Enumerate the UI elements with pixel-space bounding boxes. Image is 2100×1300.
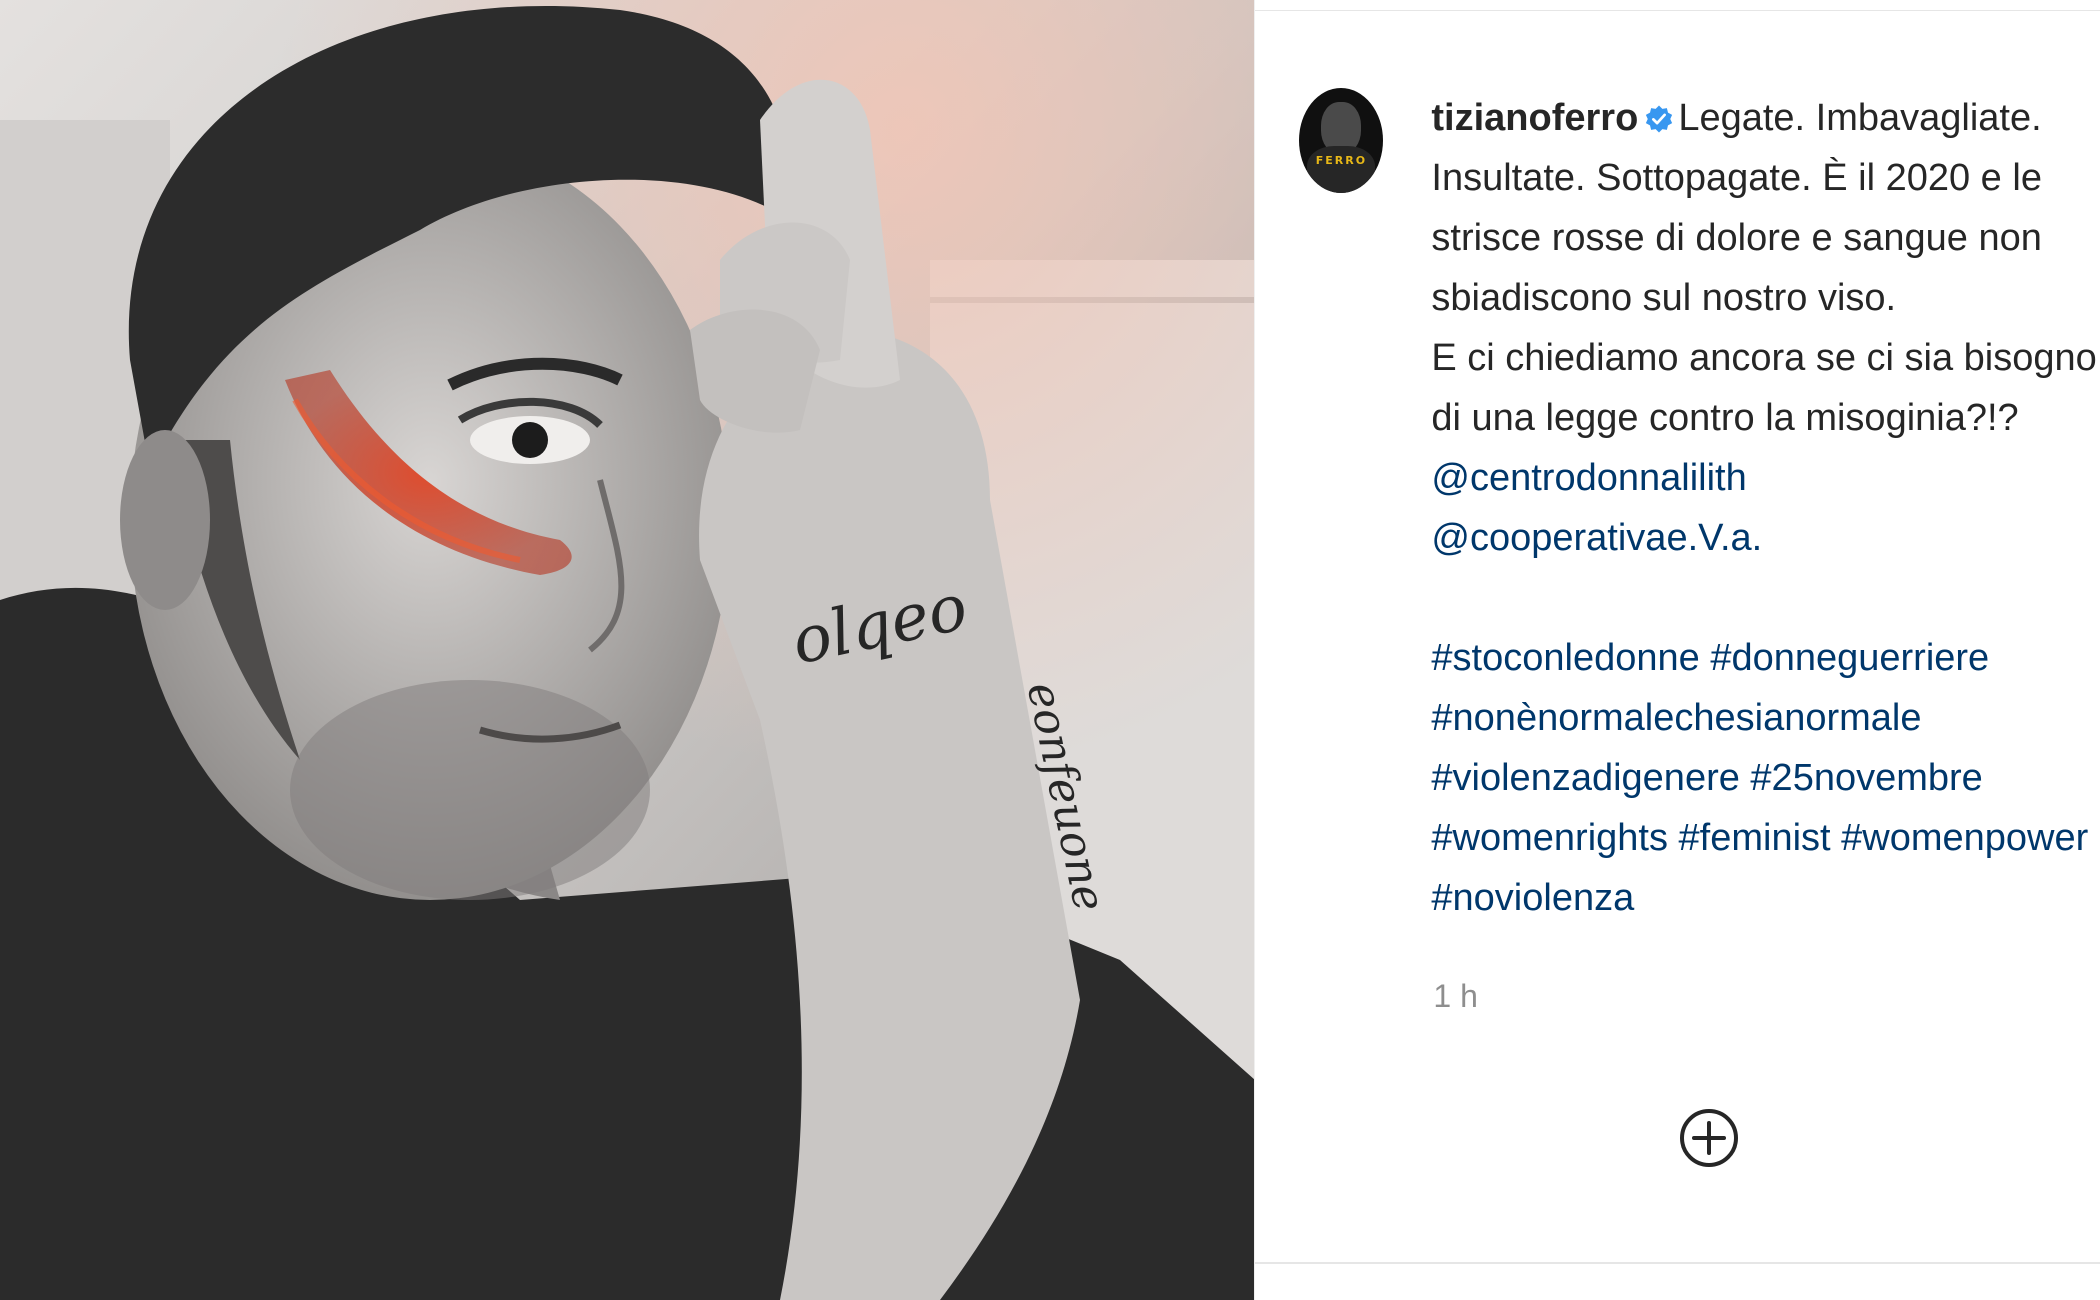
caption-text: E ci chiediamo ancora se ci sia bisogno: [1431, 337, 2097, 379]
hashtag-link[interactable]: #feminist: [1679, 817, 1831, 859]
mention-link[interactable]: @cooperativae.V.a.: [1431, 517, 1762, 559]
hashtag-link[interactable]: #noviolenza: [1431, 877, 1634, 919]
post-caption: tizianoferro Legate. Imbavagliate. Insul…: [1431, 88, 2097, 928]
hashtag-link[interactable]: #stoconledonne: [1431, 637, 1699, 679]
hashtag-link[interactable]: #25novembre: [1750, 757, 1982, 799]
hashtag-line: #womenrights #feminist #womenpower: [1431, 808, 2088, 868]
portrait-image: olqeo eonfeuone: [0, 0, 1255, 1300]
hashtag-line: #stoconledonne #donneguerriere: [1431, 628, 2071, 688]
hashtag-link[interactable]: #donneguerriere: [1710, 637, 1989, 679]
caption-text: Insultate. Sottopagate. È il 2020 e le: [1431, 157, 2042, 199]
hashtag-link[interactable]: #violenzadigenere: [1431, 757, 1739, 799]
mention-line: @centrodonnalilith: [1431, 448, 2071, 508]
post-sidebar: FERRO tizianoferro Legate. Imbavagliate.…: [1254, 0, 2100, 1300]
instagram-post: olqeo eonfeuone FERRO tizianoferro Legat…: [0, 0, 2100, 1300]
divider: [1255, 10, 2100, 11]
hashtag-line: #violenzadigenere #25novembre: [1431, 748, 2071, 808]
divider: [1255, 1262, 2100, 1264]
avatar-brand-text: FERRO: [1315, 154, 1368, 167]
caption-text: di una legge contro la misoginia?!?: [1431, 397, 2019, 439]
username-link[interactable]: tizianoferro: [1431, 97, 1638, 139]
caption-first-line: tizianoferro Legate. Imbavagliate.: [1431, 88, 2071, 148]
hashtag-link[interactable]: #womenrights: [1431, 817, 1668, 859]
post-photo[interactable]: olqeo eonfeuone: [0, 0, 1255, 1300]
caption-text: sbiadiscono sul nostro viso.: [1431, 277, 1897, 319]
post-timestamp[interactable]: 1 h: [1433, 978, 1477, 1015]
mention-link[interactable]: @centrodonnalilith: [1431, 457, 1746, 499]
avatar[interactable]: FERRO: [1299, 88, 1384, 193]
plus-circle-icon[interactable]: [1679, 1108, 1739, 1168]
caption-text: Legate. Imbavagliate.: [1678, 97, 2042, 139]
mention-line: @cooperativae.V.a.: [1431, 508, 2071, 568]
caption-text: strisce rosse di dolore e sangue non: [1431, 217, 2042, 259]
hashtag-link[interactable]: #nonènormalechesianormale: [1431, 697, 1921, 739]
hashtag-line: #noviolenza: [1431, 868, 2071, 928]
hashtag-line: #nonènormalechesianormale: [1431, 688, 2071, 748]
verified-badge-icon: [1646, 105, 1673, 133]
hashtag-link[interactable]: #womenpower: [1841, 817, 2088, 859]
